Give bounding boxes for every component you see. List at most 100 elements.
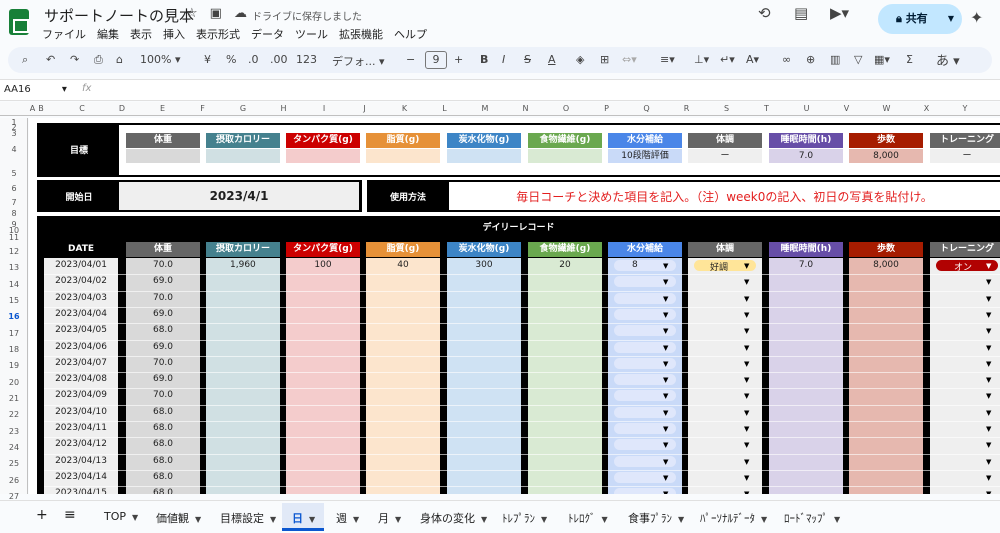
zoom-select[interactable]: 100% ▾ <box>140 53 180 66</box>
meet-icon[interactable]: ▶▾ <box>830 4 849 22</box>
column-header[interactable]: P <box>603 104 610 113</box>
daily-cell-carb[interactable]: 300 <box>447 260 521 270</box>
daily-cell-weight[interactable]: 68.0 <box>126 439 200 449</box>
dropdown-arrow-icon[interactable]: ▼ <box>663 425 668 433</box>
dropdown-arrow-icon[interactable]: ▼ <box>663 474 668 482</box>
chevron-down-icon[interactable]: ▼ <box>270 515 276 524</box>
print-icon[interactable]: ⎙ <box>94 53 103 67</box>
borders-icon[interactable]: ⊞ <box>600 53 609 66</box>
column-header[interactable]: Y <box>930 104 1000 113</box>
daily-cell-weight[interactable]: 69.0 <box>126 374 200 384</box>
sheet-tab[interactable]: ﾛｰﾄﾞﾏｯﾌﾟ ▼ <box>784 510 840 526</box>
row-header[interactable]: 14 <box>0 280 28 289</box>
sheet-tab[interactable]: 目標設定 ▼ <box>220 510 276 526</box>
column-header[interactable]: V <box>843 104 850 113</box>
sheet-tab[interactable]: 週 ▼ <box>336 510 359 526</box>
column-header[interactable]: M <box>448 104 522 113</box>
chart-icon[interactable]: ▥ <box>830 53 840 66</box>
goal-value[interactable]: 7.0 <box>769 149 843 163</box>
search-icon[interactable]: ⌕ <box>22 53 28 67</box>
dropdown-arrow-icon[interactable]: ▼ <box>986 458 991 466</box>
chevron-down-icon[interactable]: ▼ <box>195 515 201 524</box>
decrease-decimal-button[interactable]: .0 <box>248 53 259 66</box>
dropdown-arrow-icon[interactable]: ▼ <box>986 474 991 482</box>
daily-cell-fat[interactable]: 40 <box>366 260 440 270</box>
dropdown-arrow-icon[interactable]: ▼ <box>744 425 749 433</box>
chevron-down-icon[interactable]: ▼ <box>541 515 547 524</box>
dropdown-arrow-icon[interactable]: ▼ <box>663 490 668 494</box>
daily-cell-weight[interactable]: 70.0 <box>126 293 200 303</box>
date-cell[interactable]: 2023/04/07 <box>44 358 118 368</box>
filter-icon[interactable]: ▽ <box>854 53 862 66</box>
row-header[interactable]: 5 <box>0 169 28 178</box>
date-cell[interactable]: 2023/04/11 <box>44 423 118 433</box>
dropdown-arrow-icon[interactable]: ▼ <box>663 392 668 400</box>
row-header[interactable]: 26 <box>0 476 28 485</box>
dropdown-arrow-icon[interactable]: ▼ <box>744 458 749 466</box>
date-cell[interactable]: 2023/04/14 <box>44 472 118 482</box>
daily-cell-protein[interactable]: 100 <box>286 260 360 270</box>
daily-cell-steps[interactable]: 8,000 <box>849 260 923 270</box>
row-header[interactable]: 17 <box>0 329 28 338</box>
row-header[interactable]: 22 <box>0 410 28 419</box>
chevron-down-icon[interactable]: ▼ <box>834 515 840 524</box>
goal-value[interactable]: ー <box>688 149 762 163</box>
column-header[interactable]: O <box>529 104 603 113</box>
redo-icon[interactable]: ↷ <box>70 53 79 66</box>
merge-icon[interactable]: ⇔▾ <box>622 53 637 66</box>
dropdown-arrow-icon[interactable]: ▼ <box>744 392 749 400</box>
font-select[interactable]: デフォ... ▾ <box>332 53 385 69</box>
dropdown-arrow-icon[interactable]: ▼ <box>744 441 749 449</box>
doc-title[interactable]: サポートノートの見本 <box>44 5 194 26</box>
dropdown-arrow-icon[interactable]: ▼ <box>663 376 668 384</box>
bold-icon[interactable]: B <box>480 53 488 66</box>
dropdown-arrow-icon[interactable]: ▼ <box>986 376 991 384</box>
chevron-down-icon[interactable]: ▼ <box>948 4 954 34</box>
dropdown-arrow-icon[interactable]: ▼ <box>986 295 991 303</box>
daily-cell-weight[interactable]: 69.0 <box>126 276 200 286</box>
row-header[interactable]: 6 <box>0 184 28 193</box>
date-cell[interactable]: 2023/04/09 <box>44 390 118 400</box>
date-cell[interactable]: 2023/04/13 <box>44 456 118 466</box>
row-header[interactable]: 12 <box>0 247 28 256</box>
row-header[interactable]: 13 <box>0 263 28 272</box>
column-header[interactable]: A <box>29 104 36 113</box>
dropdown-arrow-icon[interactable]: ▼ <box>986 360 991 368</box>
column-header[interactable]: L <box>441 104 448 113</box>
sheet-tab[interactable]: 身体の変化 ▼ <box>420 510 487 526</box>
dropdown-arrow-icon[interactable]: ▼ <box>744 278 749 286</box>
dropdown-arrow-icon[interactable]: ▼ <box>986 409 991 417</box>
sheet-tab[interactable]: 日 ▼ <box>292 510 315 526</box>
daily-cell-weight[interactable]: 69.0 <box>126 342 200 352</box>
text-color-icon[interactable]: A <box>548 53 556 66</box>
comment-add-icon[interactable]: ⊕ <box>806 53 815 66</box>
percent-button[interactable]: % <box>226 53 236 66</box>
goal-value[interactable] <box>286 149 360 163</box>
dropdown-arrow-icon[interactable]: ▼ <box>744 327 749 335</box>
column-header[interactable]: H <box>280 104 287 113</box>
row-header[interactable]: 4 <box>0 145 28 154</box>
dropdown-arrow-icon[interactable]: ▼ <box>744 344 749 352</box>
column-header[interactable]: C <box>46 104 118 113</box>
column-header[interactable]: S <box>690 104 763 113</box>
sheet-tab[interactable]: 月 ▼ <box>378 510 401 526</box>
column-header[interactable]: G <box>206 104 280 113</box>
dropdown-arrow-icon[interactable]: ▼ <box>986 344 991 352</box>
daily-cell-weight[interactable]: 68.0 <box>126 407 200 417</box>
column-header[interactable]: U <box>770 104 843 113</box>
row-header[interactable]: 16 <box>0 312 28 321</box>
italic-icon[interactable]: I <box>502 53 505 66</box>
dropdown-arrow-icon[interactable]: ▼ <box>663 344 668 352</box>
column-header[interactable]: J <box>361 104 368 113</box>
date-cell[interactable]: 2023/04/12 <box>44 439 118 449</box>
sheet-tab[interactable]: 食事ﾌﾟﾗﾝ ▼ <box>628 510 684 526</box>
row-header[interactable]: 7 <box>0 198 28 207</box>
column-header[interactable]: K <box>368 104 441 113</box>
sheet-tab[interactable]: ﾊﾟｰｿﾅﾙﾃﾞｰﾀ ▼ <box>700 510 767 526</box>
dropdown-arrow-icon[interactable]: ▼ <box>744 409 749 417</box>
column-header[interactable]: F <box>199 104 206 113</box>
goal-value[interactable] <box>447 149 521 163</box>
dropdown-arrow-icon[interactable]: ▼ <box>986 278 991 286</box>
column-header[interactable]: I <box>287 104 361 113</box>
row-header[interactable]: 23 <box>0 427 28 436</box>
